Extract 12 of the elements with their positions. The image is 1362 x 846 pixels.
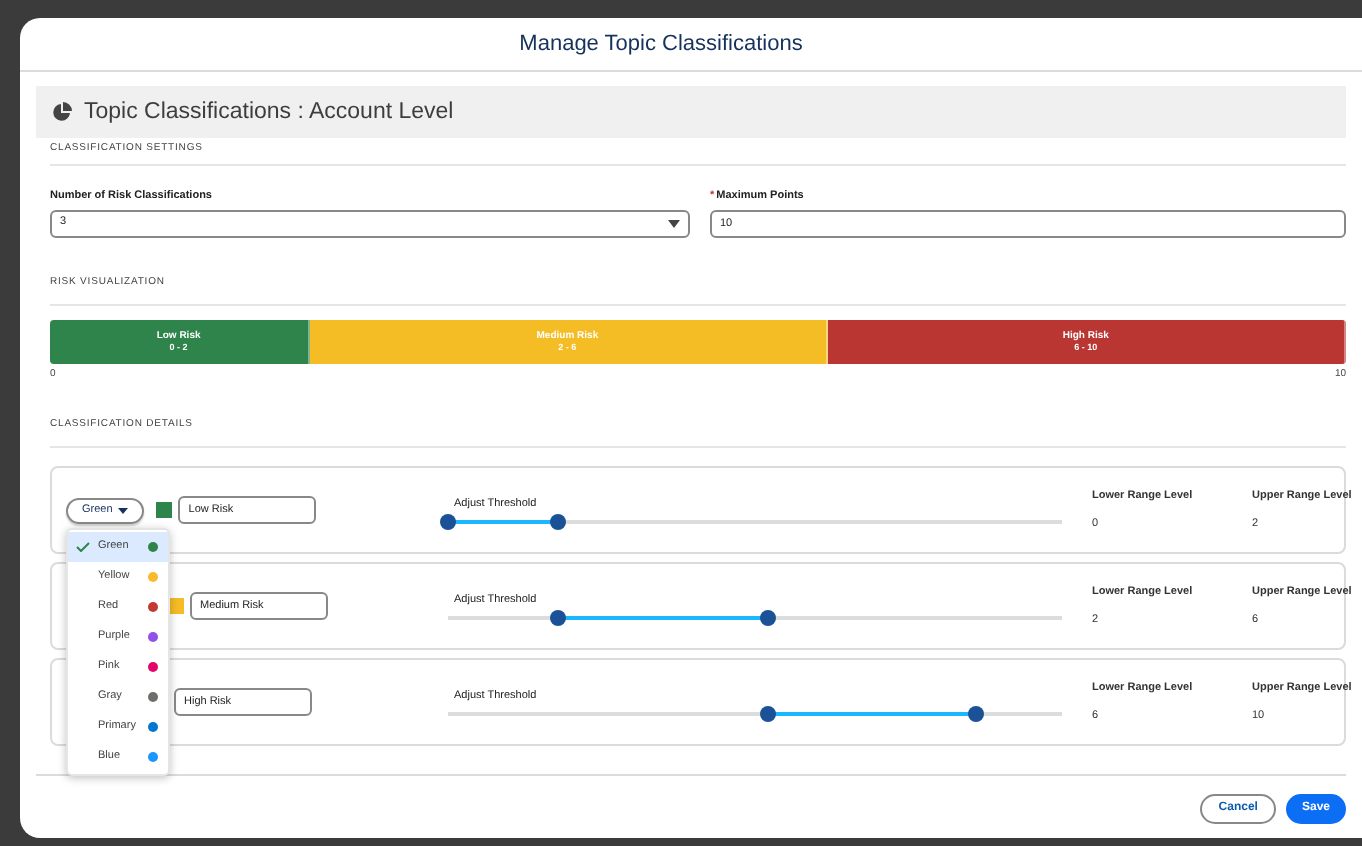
check-icon [76,542,90,552]
slider-thumb[interactable] [759,705,776,722]
caret-icon [668,219,680,228]
modal-title: Manage Topic Classifications [519,29,803,59]
caret-icon [118,507,129,514]
slider-thumb[interactable] [550,513,567,530]
slider-thumb[interactable] [550,609,567,626]
slider-thumb[interactable] [759,609,776,626]
card-title: Topic Classifications : Account Level [84,97,454,127]
pie-chart-icon [52,102,72,122]
slider-thumb[interactable] [968,705,985,722]
slider-thumb[interactable] [440,513,456,530]
